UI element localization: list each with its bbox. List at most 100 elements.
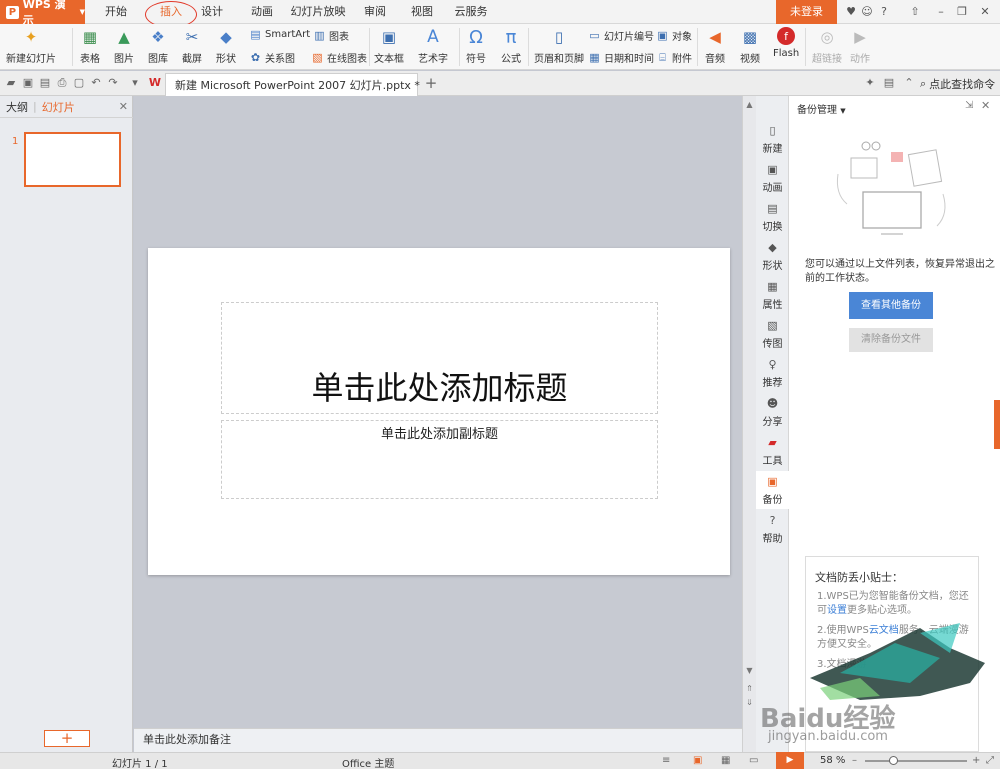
vertical-scrollbar[interactable]: ▲ ▼ ⇑ ⇓ — [742, 96, 756, 752]
strip-shape[interactable]: ◆ 形状 — [756, 241, 789, 272]
strip-animation[interactable]: ▣ 动画 — [756, 163, 789, 194]
pane-collapse-handle[interactable] — [994, 400, 1000, 449]
tab-slideshow[interactable]: 幻灯片放映 — [285, 0, 351, 24]
open-icon[interactable]: ▰ — [4, 76, 18, 90]
reading-view-icon[interactable]: ▭ — [749, 755, 758, 766]
notes-area[interactable]: 单击此处添加备注 — [134, 728, 742, 752]
scroll-up-icon[interactable]: ▲ — [743, 100, 756, 109]
notes-toggle-icon[interactable]: ≡ — [662, 755, 670, 766]
pin-icon[interactable]: ✦ — [863, 76, 877, 90]
zoom-out-icon[interactable]: – — [852, 755, 857, 766]
flash-button[interactable]: f Flash — [773, 27, 799, 59]
strip-transition[interactable]: ▤ 切换 — [756, 202, 789, 233]
divider — [528, 28, 529, 66]
tab-review[interactable]: 审阅 — [355, 0, 395, 24]
sorter-view-icon[interactable]: ▦ — [721, 755, 730, 766]
help-icon[interactable]: ? — [876, 4, 892, 20]
wps-doc-icon[interactable]: W — [148, 76, 162, 90]
close-icon[interactable]: ✕ — [119, 100, 128, 113]
scroll-down-icon[interactable]: ▼ — [743, 666, 756, 675]
tab-start[interactable]: 开始 — [96, 0, 136, 24]
table-button[interactable]: ▦ 表格 — [79, 27, 101, 65]
dock-icon[interactable]: ⇲ — [965, 100, 973, 111]
video-button[interactable]: ▩ 视频 — [739, 27, 761, 65]
hyperlink-button[interactable]: ◎ 超链接 — [812, 27, 842, 65]
strip-tools[interactable]: ▰ 工具 — [756, 436, 789, 467]
print-icon[interactable]: ⎙ — [55, 76, 69, 90]
collapse-ribbon-icon[interactable]: ⌃ — [902, 76, 916, 90]
textbox-button[interactable]: ▣ 文本框 — [374, 27, 404, 65]
gallery-button[interactable]: ❖ 图库 — [147, 27, 169, 65]
tab-view[interactable]: 视图 — [402, 0, 442, 24]
document-tab[interactable]: 新建 Microsoft PowerPoint 2007 幻灯片.pptx * — [165, 73, 420, 96]
object-button[interactable]: ▣ 对象 — [656, 28, 692, 43]
strip-share[interactable]: ☻ 分享 — [756, 397, 789, 428]
zoom-slider-thumb[interactable] — [888, 756, 898, 765]
add-slide-button[interactable]: + — [44, 730, 90, 747]
action-button[interactable]: ▶ 动作 — [849, 27, 871, 65]
settings-link[interactable]: 设置 — [827, 605, 847, 616]
date-time-button[interactable]: ▦ 日期和时间 — [588, 50, 654, 65]
wordart-button[interactable]: A 艺术字 — [418, 27, 448, 65]
strip-recommend[interactable]: ♀ 推荐 — [756, 358, 789, 389]
view-other-backups-button[interactable]: 查看其他备份 — [849, 292, 933, 319]
title-placeholder[interactable]: 单击此处添加标题 — [221, 302, 658, 414]
skin-icon[interactable]: ♥ — [843, 4, 859, 20]
find-command-input[interactable]: ⌕ 点此查找命令 — [920, 74, 995, 94]
strip-new[interactable]: ▯ 新建 — [756, 124, 789, 155]
undo-icon[interactable]: ↶ — [89, 76, 103, 90]
chart-button[interactable]: ▥ 图表 — [313, 28, 349, 43]
fit-window-icon[interactable]: ⤢ — [986, 755, 994, 766]
next-slide-icon[interactable]: ⇓ — [743, 698, 756, 707]
zoom-slider[interactable] — [865, 756, 967, 765]
subtitle-placeholder[interactable]: 单击此处添加副标题 — [221, 420, 658, 499]
slide-thumbnail[interactable] — [24, 132, 121, 187]
tab-outline[interactable]: 大纲 — [6, 99, 28, 115]
new-tab-icon[interactable]: + — [424, 76, 438, 91]
close-icon[interactable]: ✕ — [981, 99, 990, 112]
online-chart-icon: ▧ — [312, 51, 323, 64]
normal-view-icon[interactable]: ▣ — [693, 755, 702, 766]
header-footer-button[interactable]: ▯ 页眉和页脚 — [534, 27, 584, 65]
picture-button[interactable]: ▲ 图片 — [113, 27, 135, 65]
smartart-button[interactable]: ▤ SmartArt — [249, 28, 310, 41]
formula-button[interactable]: π 公式 — [500, 26, 522, 66]
strip-backup[interactable]: ▣ 备份 — [756, 471, 789, 509]
screenshot-button[interactable]: ✂ 截屏 — [181, 27, 203, 65]
export-icon[interactable]: ▤ — [38, 76, 52, 90]
app-menu-button[interactable]: P WPS 演示 ▼ — [0, 0, 85, 27]
login-button[interactable]: 未登录 — [776, 0, 837, 24]
shape-button[interactable]: ◆ 形状 — [215, 27, 237, 65]
play-slideshow-button[interactable]: ▶ — [776, 752, 804, 769]
slide-number-button[interactable]: ▭ 幻灯片编号 — [588, 28, 654, 43]
audio-button[interactable]: ◀ 音频 — [704, 27, 726, 65]
pane-title[interactable]: 备份管理 ▼ — [797, 101, 846, 116]
feedback-icon[interactable]: ☺ — [859, 4, 875, 20]
slide[interactable]: 单击此处添加标题 单击此处添加副标题 — [148, 248, 730, 575]
redo-icon[interactable]: ↷ — [106, 76, 120, 90]
minimize-icon[interactable]: – — [933, 4, 949, 20]
upload-icon[interactable]: ⇧ — [907, 4, 923, 20]
preview-icon[interactable]: ▢ — [72, 76, 86, 90]
save-icon[interactable]: ▣ — [21, 76, 35, 90]
strip-upload-picture[interactable]: ▧ 传图 — [756, 319, 789, 350]
tab-slides[interactable]: 幻灯片 — [42, 99, 75, 115]
online-chart-button[interactable]: ▧ 在线图表 — [311, 50, 367, 65]
strip-help[interactable]: ? 帮助 — [756, 514, 789, 545]
format-icon[interactable]: ▤ — [882, 76, 896, 90]
tab-cloud[interactable]: 云服务 — [448, 0, 494, 24]
customize-icon[interactable]: ▾ — [128, 76, 142, 90]
close-icon[interactable]: ✕ — [977, 4, 993, 20]
prev-slide-icon[interactable]: ⇑ — [743, 684, 756, 693]
tab-animation[interactable]: 动画 — [242, 0, 282, 24]
attachment-button[interactable]: ⌸ 附件 — [656, 50, 692, 65]
relation-chart-button[interactable]: ✿ 关系图 — [249, 50, 295, 65]
strip-properties[interactable]: ▦ 属性 — [756, 280, 789, 311]
new-slide-button[interactable]: ✦ 新建幻灯片 — [6, 27, 56, 65]
tab-design[interactable]: 设计 — [192, 0, 232, 24]
symbol-button[interactable]: Ω 符号 — [465, 27, 487, 66]
clear-backup-files-button[interactable]: 清除备份文件 — [849, 328, 933, 352]
pi-icon: π — [505, 26, 517, 48]
zoom-in-icon[interactable]: + — [972, 755, 980, 766]
restore-icon[interactable]: ❐ — [954, 4, 970, 20]
